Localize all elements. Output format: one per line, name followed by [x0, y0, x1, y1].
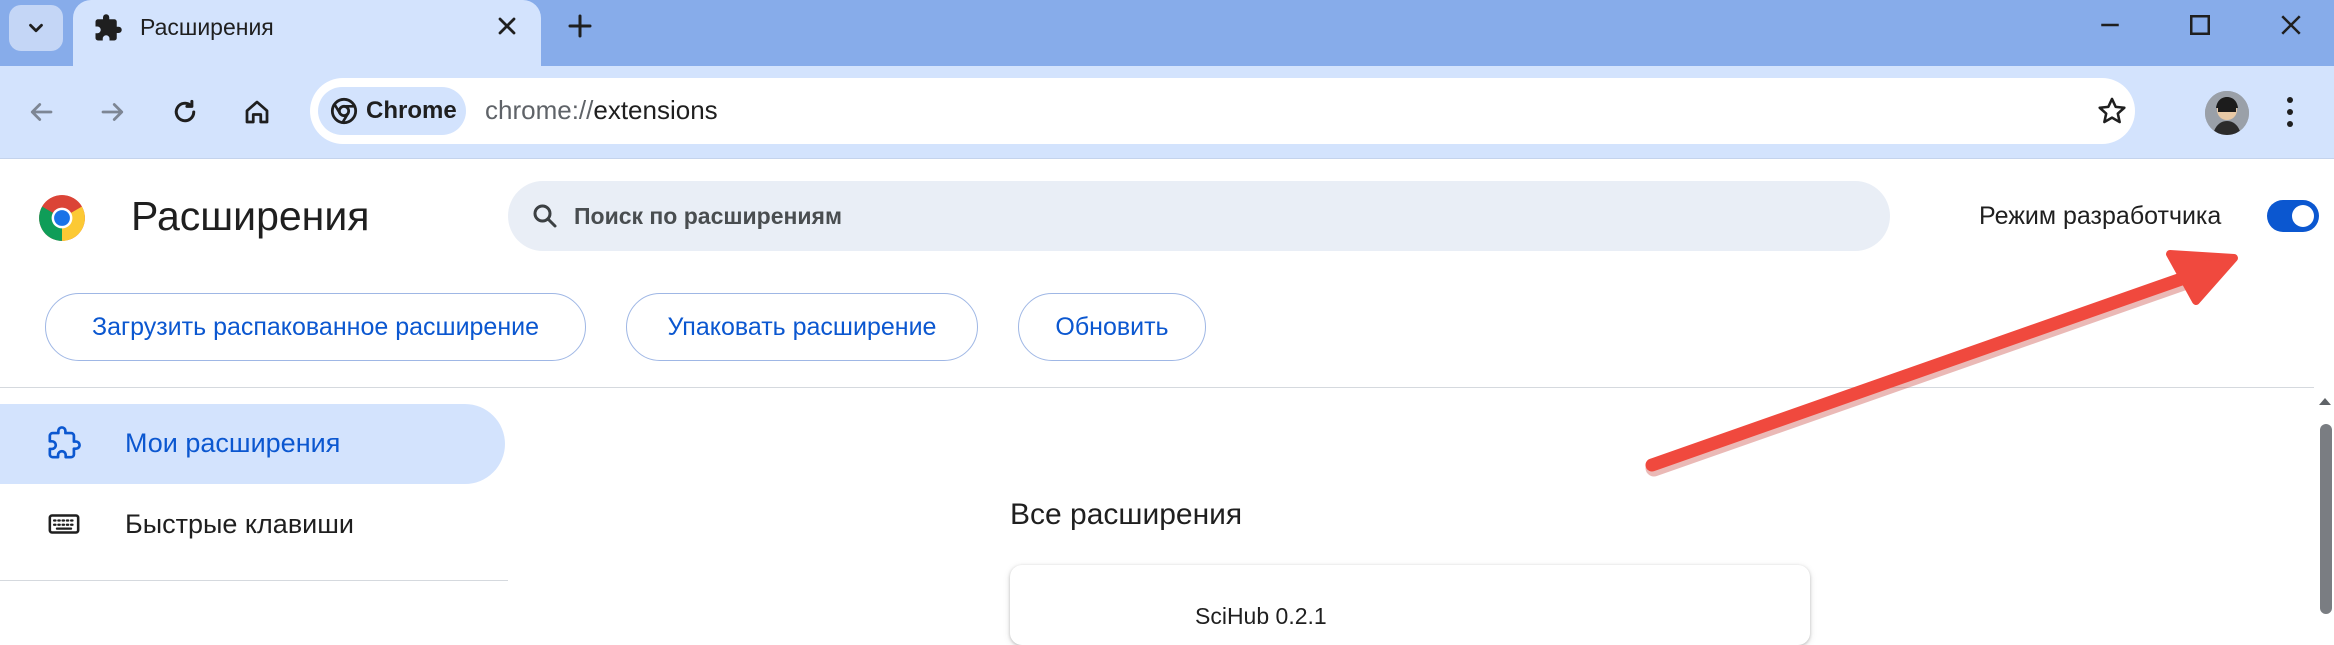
star-icon[interactable]	[2095, 94, 2129, 133]
keyboard-icon	[47, 507, 81, 546]
tab-strip: Расширения	[0, 0, 2334, 66]
browser-toolbar: Chrome chrome://extensions	[0, 66, 2334, 159]
scrollbar[interactable]	[2316, 388, 2334, 614]
update-button[interactable]: Обновить	[1018, 293, 1206, 361]
address-bar[interactable]: Chrome chrome://extensions	[310, 78, 2135, 144]
avatar[interactable]	[2205, 91, 2249, 135]
dev-mode-toggle[interactable]	[2267, 200, 2319, 232]
dev-mode-label: Режим разработчика	[1979, 202, 2222, 230]
extension-card[interactable]: SciHub 0.2.1	[1010, 565, 1810, 645]
section-title: Все расширения	[1010, 498, 1243, 531]
search-placeholder: Поиск по расширениям	[574, 203, 842, 229]
scroll-up-arrow-icon[interactable]	[2316, 394, 2334, 408]
extension-name: SciHub 0.2.1	[1195, 603, 1327, 629]
search-input[interactable]: Поиск по расширениям	[508, 181, 1890, 251]
pack-extension-button[interactable]: Упаковать расширение	[626, 293, 978, 361]
chrome-logo	[37, 193, 87, 248]
scrollbar-thumb[interactable]	[2320, 424, 2332, 614]
chevron-down-icon	[29, 23, 43, 33]
url-text[interactable]: chrome://extensions	[485, 95, 718, 126]
chip-label: Chrome	[366, 97, 457, 124]
tab-search-button[interactable]	[9, 5, 63, 51]
chrome-icon	[330, 97, 358, 125]
minimize-icon[interactable]	[2095, 10, 2125, 45]
forward-icon[interactable]	[91, 90, 135, 134]
search-icon	[530, 201, 560, 236]
sidebar-item-label: Мои расширения	[125, 428, 341, 458]
url-path: extensions	[593, 95, 718, 125]
tab-title: Расширения	[140, 14, 274, 40]
sidebar-item-label: Быстрые клавиши	[125, 509, 354, 539]
close-icon[interactable]	[493, 12, 521, 45]
page-title: Расширения	[131, 193, 370, 239]
extensions-icon	[47, 426, 81, 465]
sidebar-item-shortcuts[interactable]: Быстрые клавиши	[0, 485, 505, 565]
site-chip[interactable]: Chrome	[318, 87, 466, 135]
reload-icon[interactable]	[163, 90, 207, 134]
url-scheme: chrome://	[485, 95, 594, 125]
sidebar-item-my-extensions[interactable]: Мои расширения	[0, 404, 505, 484]
active-tab[interactable]: Расширения	[73, 0, 541, 66]
window-close-icon[interactable]	[2276, 10, 2306, 45]
kebab-icon[interactable]	[2284, 92, 2296, 137]
sidebar-divider	[0, 580, 508, 581]
plus-icon[interactable]	[565, 11, 595, 46]
maximize-icon[interactable]	[2185, 10, 2215, 45]
back-icon[interactable]	[19, 90, 63, 134]
toggle-knob	[2292, 205, 2314, 227]
load-unpacked-button[interactable]: Загрузить распакованное расширение	[45, 293, 586, 361]
header-divider	[0, 387, 2314, 388]
puzzle-icon	[93, 13, 123, 48]
home-icon[interactable]	[235, 90, 279, 134]
